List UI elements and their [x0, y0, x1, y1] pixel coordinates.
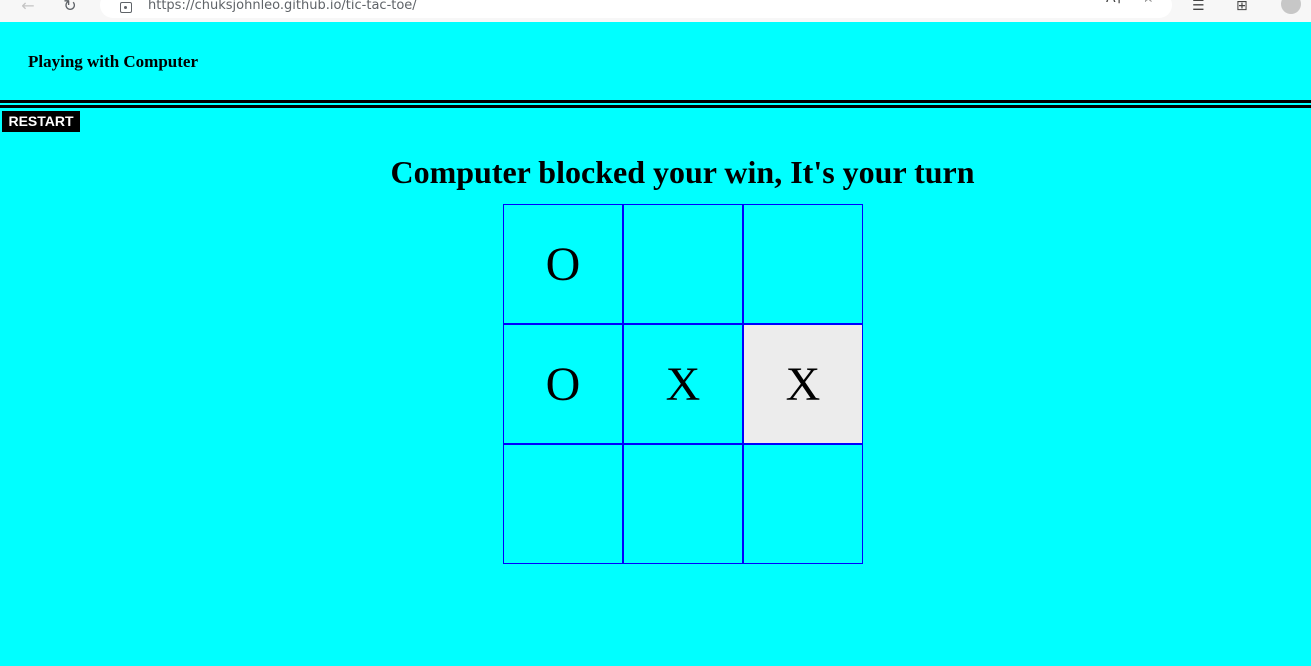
- favorite-add-icon[interactable]: ☆: [1142, 0, 1155, 6]
- board-cell-8[interactable]: [623, 444, 743, 564]
- board-cell-7[interactable]: [503, 444, 623, 564]
- page-title: Playing with Computer: [28, 52, 198, 71]
- address-bar[interactable]: https://chuksjohnleo.github.io/tic-tac-t…: [100, 0, 1172, 18]
- board-cell-4[interactable]: O: [503, 324, 623, 444]
- read-aloud-icon[interactable]: A†: [1106, 0, 1123, 6]
- site-info-icon[interactable]: [120, 2, 132, 13]
- reload-icon[interactable]: ↻: [58, 0, 82, 16]
- favorites-icon[interactable]: ☰: [1192, 0, 1205, 14]
- board-cell-2[interactable]: [623, 204, 743, 324]
- collections-icon[interactable]: ⊞: [1236, 0, 1248, 14]
- board-cell-9[interactable]: [743, 444, 863, 564]
- board-cell-1[interactable]: O: [503, 204, 623, 324]
- board-cell-3[interactable]: [743, 204, 863, 324]
- status-message: Computer blocked your win, It's your tur…: [390, 154, 975, 190]
- board-cell-6[interactable]: X: [743, 324, 863, 444]
- game-board: O O X X: [503, 204, 863, 564]
- divider: [0, 100, 1311, 103]
- board-cell-5[interactable]: X: [623, 324, 743, 444]
- profile-avatar[interactable]: [1281, 0, 1301, 14]
- back-icon[interactable]: ←: [16, 0, 40, 16]
- browser-toolbar: ← ↻ https://chuksjohnleo.github.io/tic-t…: [0, 0, 1311, 22]
- url-text[interactable]: https://chuksjohnleo.github.io/tic-tac-t…: [148, 0, 417, 13]
- restart-button[interactable]: RESTART: [2, 111, 80, 132]
- divider: [0, 105, 1311, 108]
